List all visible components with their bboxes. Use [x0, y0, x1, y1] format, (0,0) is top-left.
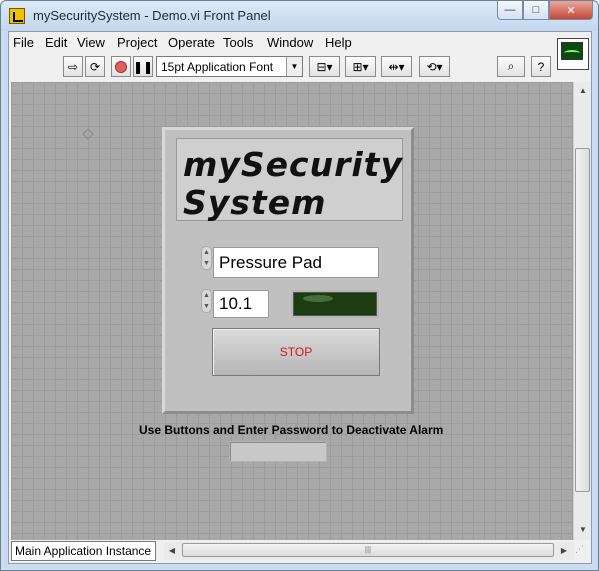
run-continuously-icon[interactable]: ⟳ — [85, 56, 105, 77]
window-controls: — □ ✕ — [497, 1, 593, 20]
align-icon[interactable]: ⊟▾ — [309, 56, 340, 77]
vertical-scroll-thumb[interactable] — [575, 148, 590, 492]
close-button[interactable]: ✕ — [549, 1, 593, 20]
maximize-button[interactable]: □ — [523, 1, 549, 20]
scroll-right-icon[interactable]: ▶ — [556, 543, 572, 559]
vi-connector-icon[interactable] — [557, 38, 589, 70]
title-decoration: mySecurity System — [176, 138, 403, 222]
chevron-down-icon: ▼ — [286, 57, 302, 76]
scroll-up-icon[interactable]: ▲ — [575, 83, 591, 99]
application-instance-status[interactable]: Main Application Instance — [11, 541, 156, 561]
run-arrow-icon[interactable]: ⇨ — [63, 56, 83, 77]
oscilloscope-icon — [561, 42, 583, 60]
toolbar: ⇨ ⟳ ❚❚ 15pt Application Font ▼ ⊟▾ ⊞▾ ⇹▾ … — [9, 54, 555, 80]
alarm-led — [291, 290, 379, 318]
stop-button[interactable]: STOP — [212, 328, 380, 376]
title-line-1: mySecurity — [183, 145, 403, 184]
numeric-updown[interactable]: ▲ ▼ — [201, 289, 212, 313]
sensor-ring-updown[interactable]: ▲ ▼ — [201, 246, 212, 270]
menu-help[interactable]: Help — [325, 35, 352, 50]
resize-icon[interactable]: ⇹▾ — [381, 56, 412, 77]
password-field[interactable] — [229, 441, 327, 462]
vertical-scrollbar[interactable]: ▲ ▼ — [573, 82, 591, 540]
menu-operate[interactable]: Operate — [168, 35, 215, 50]
menu-bar: File Edit View Project Operate Tools Win… — [9, 32, 555, 54]
title-bar[interactable]: mySecuritySystem - Demo.vi Front Panel —… — [1, 1, 598, 31]
origin-marker — [82, 128, 94, 140]
menu-project[interactable]: Project — [117, 35, 157, 50]
pause-icon[interactable]: ❚❚ — [133, 56, 153, 77]
window-title: mySecuritySystem - Demo.vi Front Panel — [33, 8, 271, 23]
reorder-icon[interactable]: ⟲▾ — [419, 56, 450, 77]
search-icon[interactable]: ⌕ — [497, 56, 525, 77]
scroll-down-icon[interactable]: ▼ — [575, 522, 591, 538]
menu-edit[interactable]: Edit — [45, 35, 67, 50]
title-line-2: System — [183, 183, 327, 222]
help-icon[interactable]: ? — [531, 56, 551, 77]
application-window: mySecuritySystem - Demo.vi Front Panel —… — [0, 0, 599, 571]
minimize-button[interactable]: — — [497, 1, 523, 20]
front-panel-canvas: mySecurity System ▲ ▼ Pressure Pad ▲ ▼ 10.… — [11, 82, 573, 540]
horizontal-scroll-thumb[interactable]: ||| — [182, 543, 554, 557]
horizontal-scrollbar[interactable]: ◀ ||| ▶ — [164, 542, 574, 560]
instruction-label: Use Buttons and Enter Password to Deacti… — [139, 423, 444, 437]
menu-window[interactable]: Window — [267, 35, 313, 50]
font-selector[interactable]: 15pt Application Font ▼ — [156, 56, 303, 77]
distribute-icon[interactable]: ⊞▾ — [345, 56, 376, 77]
numeric-control[interactable]: 10.1 — [213, 290, 269, 318]
sensor-ring-control[interactable]: Pressure Pad — [213, 247, 379, 278]
menu-view[interactable]: View — [77, 35, 105, 50]
menu-file[interactable]: File — [13, 35, 34, 50]
front-panel-client: File Edit View Project Operate Tools Win… — [8, 31, 592, 564]
labview-vi-icon — [9, 8, 25, 24]
resize-grip-icon[interactable]: ⋰ — [575, 544, 589, 558]
security-control-cluster: mySecurity System ▲ ▼ Pressure Pad ▲ ▼ 10.… — [162, 127, 414, 414]
abort-icon[interactable] — [111, 56, 131, 77]
font-selector-value: 15pt Application Font — [161, 60, 274, 74]
menu-tools[interactable]: Tools — [223, 35, 253, 50]
scroll-left-icon[interactable]: ◀ — [164, 543, 180, 559]
